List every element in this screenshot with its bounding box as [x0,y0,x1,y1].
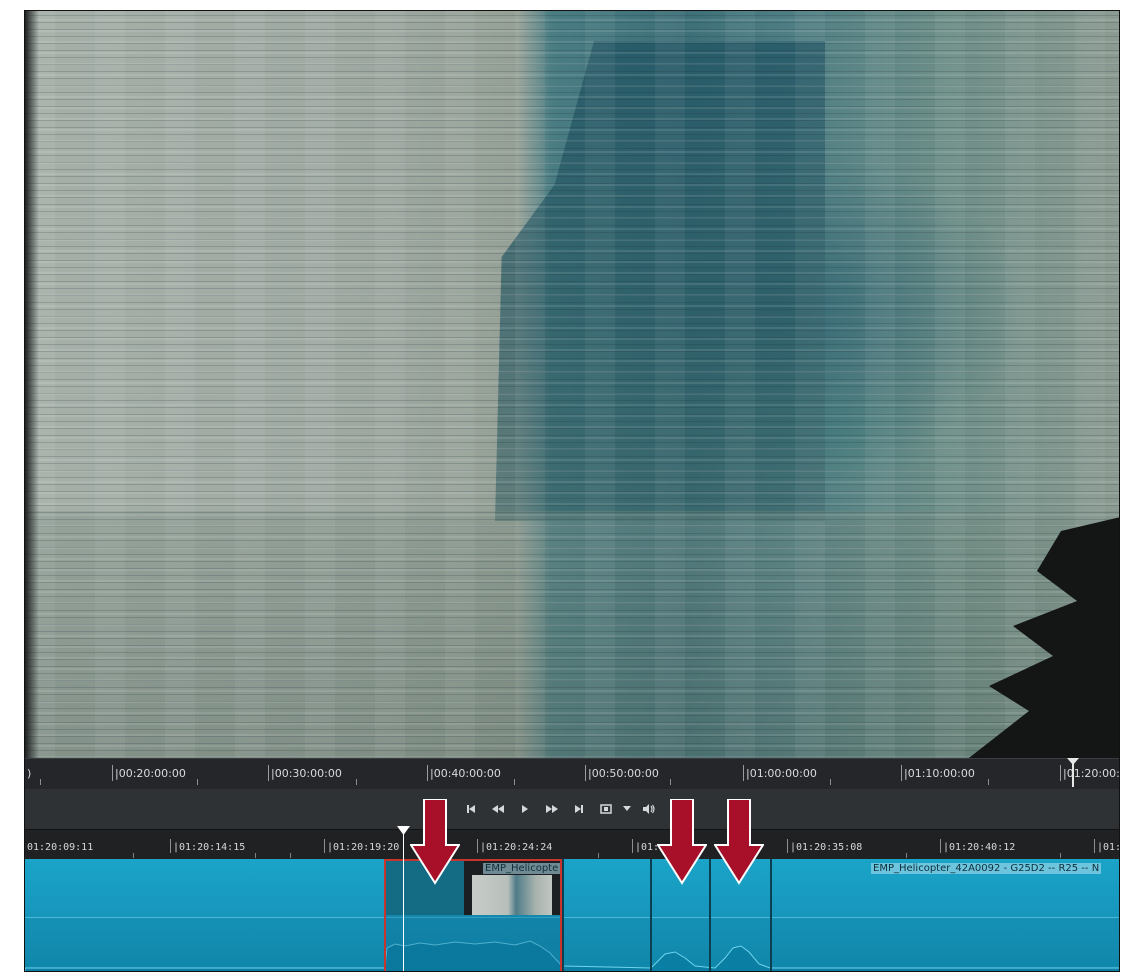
timeline-minor-tick [133,853,134,858]
playhead-line[interactable] [403,829,404,971]
chevron-down-icon [623,806,631,811]
ruler-minor-tick [670,779,671,785]
timeline-label: |01:20:24:24 [476,839,553,853]
skip-back-icon [466,805,475,813]
loop-dropdown-button[interactable] [619,802,635,816]
preview-noise [25,11,1119,758]
overview-playhead-icon[interactable] [1066,757,1080,789]
rewind-button[interactable] [484,802,511,816]
preview-edge [25,11,39,758]
ruler-label: |01:00:00:00 [743,765,817,781]
rewind-icon [491,805,504,813]
transport-bar [25,789,1119,829]
audio-waveform [25,940,1119,971]
thumbnail-image [472,875,552,915]
ruler-label: ) [27,767,32,780]
ruler-minor-tick [40,779,41,785]
timeline-label: |01:20:19:20 [323,839,400,853]
loop-button[interactable] [592,802,619,816]
ruler-minor-tick [988,779,989,785]
timeline-label: |01: [1093,839,1120,853]
ruler-label: |00:30:00:00 [268,765,342,781]
ruler-minor-tick [830,779,831,785]
play-icon [521,805,528,813]
timeline-minor-tick [598,853,599,858]
timeline-label: |01:20:14:15 [169,839,246,853]
go-to-start-button[interactable] [457,802,484,816]
timeline-ruler[interactable]: 01:20:09:11 |01:20:14:15 |01:20:19:20 |0… [25,829,1120,860]
arrow-down-icon [714,799,764,885]
arrow-down-icon [410,799,460,885]
timeline-minor-tick [1060,853,1061,858]
volume-icon [642,804,655,814]
overview-ruler[interactable]: ) |00:20:00:00 |00:30:00:00 |00:40:00:00… [25,757,1119,790]
go-to-end-button[interactable] [565,802,592,816]
ruler-label: |00:20:00:00 [112,765,186,781]
video-track[interactable]: EMP_Helicopte EMP_Helicopter_42A0092 - G… [25,859,1119,971]
timeline-label: |01:20:35:08 [786,839,863,853]
clip-label: EMP_Helicopte [483,863,561,874]
loop-icon [599,804,612,814]
audio-lane [25,917,1119,971]
ruler-minor-tick [356,779,357,785]
ruler-label: |00:50:00:00 [585,765,659,781]
playhead-icon[interactable] [397,826,410,836]
timeline-label: |01:20:40:12 [939,839,1016,853]
fast-forward-icon [545,805,558,813]
clip-boundary[interactable] [709,859,711,971]
arrow-down-icon [657,799,707,885]
timeline-minor-tick [906,853,907,858]
ruler-minor-tick [514,779,515,785]
ruler-minor-tick [197,779,198,785]
ruler-label: |00:40:00:00 [427,765,501,781]
timeline-label: 01:20:09:11 [27,842,94,853]
timeline-minor-tick [290,853,291,858]
editor-window: ) |00:20:00:00 |00:30:00:00 |00:40:00:00… [24,10,1120,972]
play-button[interactable] [511,802,538,816]
clip-label: EMP_Helicopter_42A0092 - G25D2 -- R25 --… [871,863,1102,874]
timeline-label: |01: [631,839,660,853]
skip-forward-icon [574,805,583,813]
timeline-minor-tick [255,853,256,858]
ruler-label: |01:10:00:00 [901,765,975,781]
clip-boundary[interactable] [650,859,652,971]
clip-boundary[interactable] [770,859,772,971]
fast-forward-button[interactable] [538,802,565,816]
clip-boundary[interactable] [562,859,564,971]
video-preview [25,11,1119,758]
